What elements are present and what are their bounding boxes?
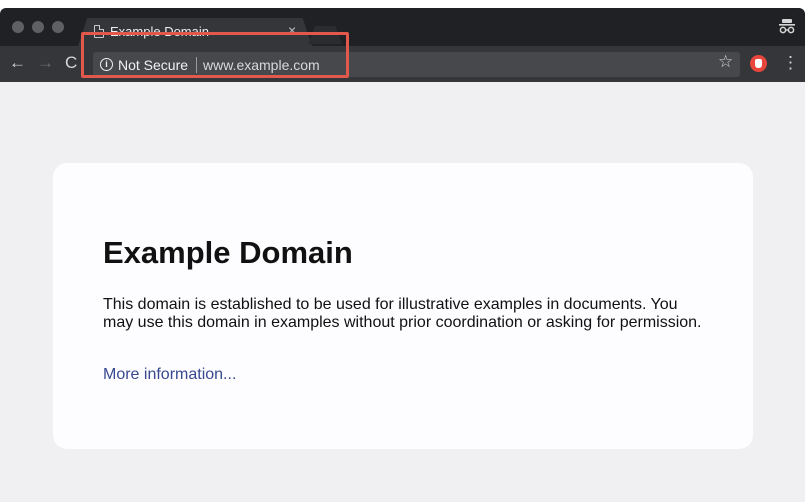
incognito-icon (779, 19, 795, 34)
page-title: Example Domain (103, 235, 353, 270)
close-window-button[interactable] (12, 21, 24, 33)
minimize-window-button[interactable] (32, 21, 44, 33)
more-menu-icon[interactable]: ⋮ (782, 53, 799, 73)
content-card: Example Domain This domain is establishe… (53, 163, 753, 449)
address-highlight-box (81, 32, 349, 78)
page-description: This domain is established to be used fo… (103, 296, 702, 331)
browser-window: Example Domain × ← → C i Not Secure www.… (0, 8, 805, 502)
maximize-window-button[interactable] (52, 21, 64, 33)
reload-button[interactable]: C (65, 53, 77, 73)
adblock-icon[interactable] (750, 55, 767, 72)
more-information-link[interactable]: More information... (103, 366, 236, 384)
forward-button[interactable]: → (37, 53, 54, 73)
back-button[interactable]: ← (9, 53, 26, 73)
bookmark-star-icon[interactable]: ☆ (718, 52, 733, 72)
